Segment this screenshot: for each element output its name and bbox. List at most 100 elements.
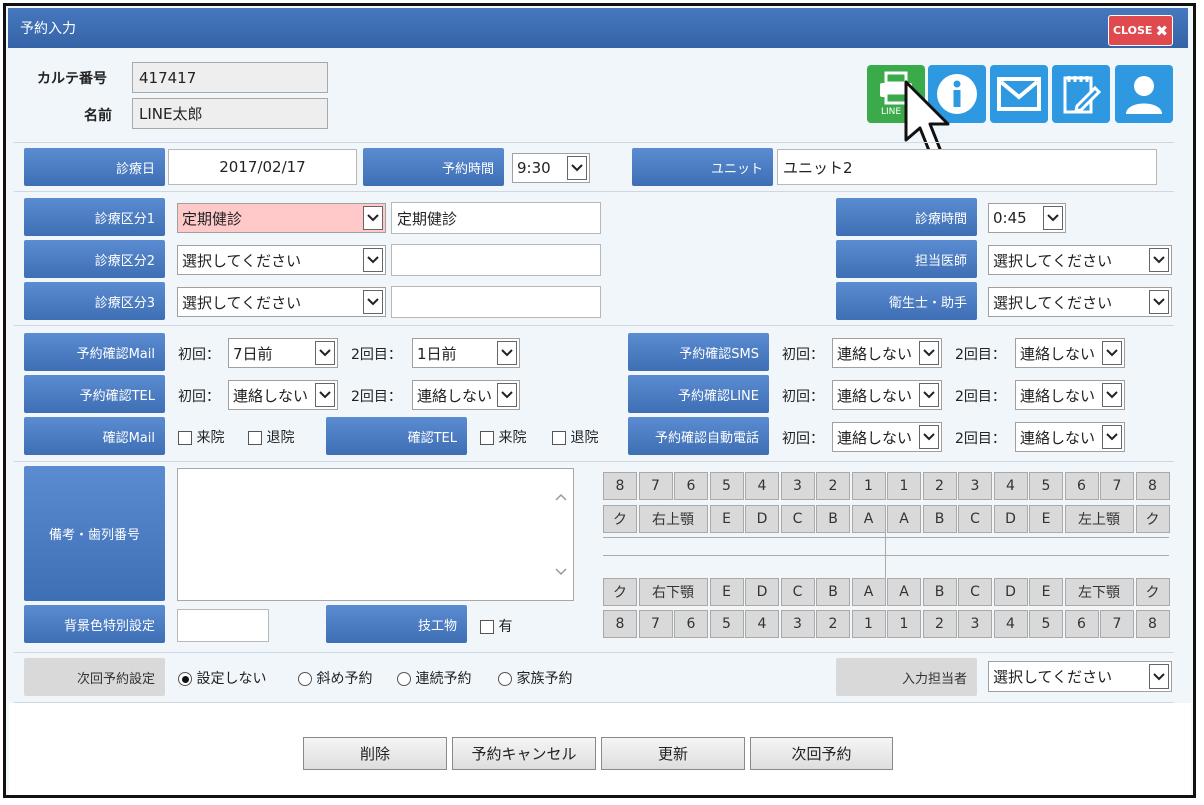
mail-button[interactable] [990, 65, 1048, 123]
tel-visit-checkbox[interactable]: 来院 [480, 427, 526, 447]
tooth-lower-number[interactable]: 5 [709, 610, 744, 638]
category3-select[interactable]: 選択してください [177, 287, 386, 317]
category2-select[interactable]: 選択してください [177, 245, 386, 275]
tooth-lower-label[interactable]: A [851, 578, 886, 606]
tooth-lower-label[interactable]: ク [1135, 578, 1170, 606]
tooth-upper-label[interactable]: ク [1135, 505, 1170, 533]
tooth-lower-label[interactable]: B [922, 578, 957, 606]
tooth-lower-label[interactable]: 左下顎 [1064, 578, 1134, 606]
tooth-lower-number[interactable]: 1 [851, 610, 886, 638]
sms-second-select[interactable]: 連絡しない [1015, 338, 1125, 368]
cancel-reservation-button[interactable]: 予約キャンセル [452, 737, 596, 770]
tooth-upper-label[interactable]: C [780, 505, 815, 533]
time-select[interactable]: 9:30 [512, 153, 590, 183]
tooth-upper-number[interactable]: 6 [1064, 472, 1099, 500]
patient-button[interactable] [1115, 65, 1173, 123]
tooth-upper-label[interactable]: A [851, 505, 886, 533]
tooth-upper-number[interactable]: 2 [922, 472, 957, 500]
hygienist-select[interactable]: 選択してください [988, 287, 1172, 317]
tooth-upper-number[interactable]: 3 [958, 472, 992, 500]
close-button[interactable]: CLOSE ✖ [1108, 15, 1173, 46]
tooth-lower-number[interactable]: 3 [780, 610, 815, 638]
auto-second-select[interactable]: 連絡しない [1015, 422, 1125, 452]
category1-text-field[interactable]: 定期健診 [391, 202, 601, 234]
tooth-upper-label[interactable]: B [922, 505, 957, 533]
sms-first-select[interactable]: 連絡しない [832, 338, 942, 368]
tooth-lower-number[interactable]: 8 [603, 610, 637, 638]
category1-select[interactable]: 定期健診 [177, 203, 386, 233]
mail-visit-checkbox[interactable]: 来院 [178, 427, 224, 447]
tel-first-select[interactable]: 連絡しない [228, 380, 338, 410]
tooth-upper-number[interactable]: 3 [780, 472, 815, 500]
tooth-upper-label[interactable]: E [709, 505, 744, 533]
next-reservation-button[interactable]: 次回予約 [750, 737, 893, 770]
tooth-upper-label[interactable]: E [1029, 505, 1063, 533]
tooth-lower-number[interactable]: 8 [1135, 610, 1170, 638]
tooth-lower-label[interactable]: D [993, 578, 1028, 606]
tooth-lower-label[interactable]: A [887, 578, 921, 606]
staff-select[interactable]: 選択してください [988, 661, 1172, 692]
tooth-upper-label[interactable]: B [816, 505, 850, 533]
next-option-radio[interactable]: 設定しない [178, 668, 266, 688]
tooth-lower-number[interactable]: 7 [638, 610, 673, 638]
tooth-lower-number[interactable]: 1 [887, 610, 921, 638]
tooth-upper-number[interactable]: 4 [993, 472, 1028, 500]
tooth-lower-number[interactable]: 3 [958, 610, 992, 638]
tooth-lower-number[interactable]: 5 [1029, 610, 1063, 638]
mail-leave-checkbox[interactable]: 退院 [248, 427, 294, 447]
category2-text-field[interactable] [391, 244, 601, 276]
tooth-lower-number[interactable]: 7 [1100, 610, 1134, 638]
tooth-lower-label[interactable]: E [709, 578, 744, 606]
delete-button[interactable]: 削除 [303, 737, 447, 770]
tooth-upper-label[interactable]: 右上顎 [638, 505, 708, 533]
memo-button[interactable] [1052, 65, 1110, 123]
tooth-lower-label[interactable]: D [745, 578, 779, 606]
doctor-select[interactable]: 選択してください [988, 245, 1172, 275]
duration-select[interactable]: 0:45 [988, 203, 1066, 233]
tooth-lower-label[interactable]: C [780, 578, 815, 606]
tooth-lower-number[interactable]: 4 [993, 610, 1028, 638]
tooth-upper-number[interactable]: 7 [638, 472, 673, 500]
tooth-upper-number[interactable]: 1 [887, 472, 921, 500]
next-option-radio[interactable]: 斜め予約 [298, 668, 372, 688]
tooth-lower-number[interactable]: 4 [745, 610, 779, 638]
tooth-upper-label[interactable]: C [958, 505, 992, 533]
tooth-upper-number[interactable]: 2 [816, 472, 850, 500]
tooth-upper-number[interactable]: 5 [1029, 472, 1063, 500]
tooth-lower-label[interactable]: 右下顎 [638, 578, 708, 606]
tooth-upper-number[interactable]: 4 [745, 472, 779, 500]
mail-first-select[interactable]: 7日前 [228, 338, 338, 368]
notes-textarea[interactable] [177, 468, 574, 601]
scroll-up-icon[interactable] [555, 493, 567, 501]
tooth-upper-label[interactable]: ク [603, 505, 637, 533]
tooth-lower-label[interactable]: B [816, 578, 850, 606]
tooth-lower-label[interactable]: E [1029, 578, 1063, 606]
tooth-upper-number[interactable]: 5 [709, 472, 744, 500]
tooth-upper-label[interactable]: 左上顎 [1064, 505, 1134, 533]
lab-work-checkbox[interactable]: 有 [480, 616, 512, 636]
line-second-select[interactable]: 連絡しない [1015, 380, 1125, 410]
tooth-upper-number[interactable]: 1 [851, 472, 886, 500]
tooth-upper-label[interactable]: A [887, 505, 921, 533]
unit-field[interactable]: ユニット2 [777, 149, 1157, 185]
tooth-lower-number[interactable]: 6 [674, 610, 708, 638]
category3-text-field[interactable] [391, 286, 601, 318]
update-button[interactable]: 更新 [601, 737, 745, 770]
tel-leave-checkbox[interactable]: 退院 [552, 427, 598, 447]
next-option-radio[interactable]: 家族予約 [498, 668, 572, 688]
tooth-lower-label[interactable]: ク [603, 578, 637, 606]
tooth-upper-number[interactable]: 7 [1100, 472, 1134, 500]
bg-setting-field[interactable] [177, 609, 269, 642]
line-first-select[interactable]: 連絡しない [832, 380, 942, 410]
mail-second-select[interactable]: 1日前 [412, 338, 520, 368]
scroll-down-icon[interactable] [555, 568, 567, 576]
tooth-upper-label[interactable]: D [745, 505, 779, 533]
next-option-radio[interactable]: 連続予約 [397, 668, 471, 688]
auto-first-select[interactable]: 連絡しない [832, 422, 942, 452]
tooth-upper-label[interactable]: D [993, 505, 1028, 533]
tooth-lower-number[interactable]: 2 [922, 610, 957, 638]
tel-second-select[interactable]: 連絡しない [412, 380, 520, 410]
tooth-upper-number[interactable]: 8 [1135, 472, 1170, 500]
tooth-upper-number[interactable]: 6 [674, 472, 708, 500]
tooth-lower-number[interactable]: 2 [816, 610, 850, 638]
